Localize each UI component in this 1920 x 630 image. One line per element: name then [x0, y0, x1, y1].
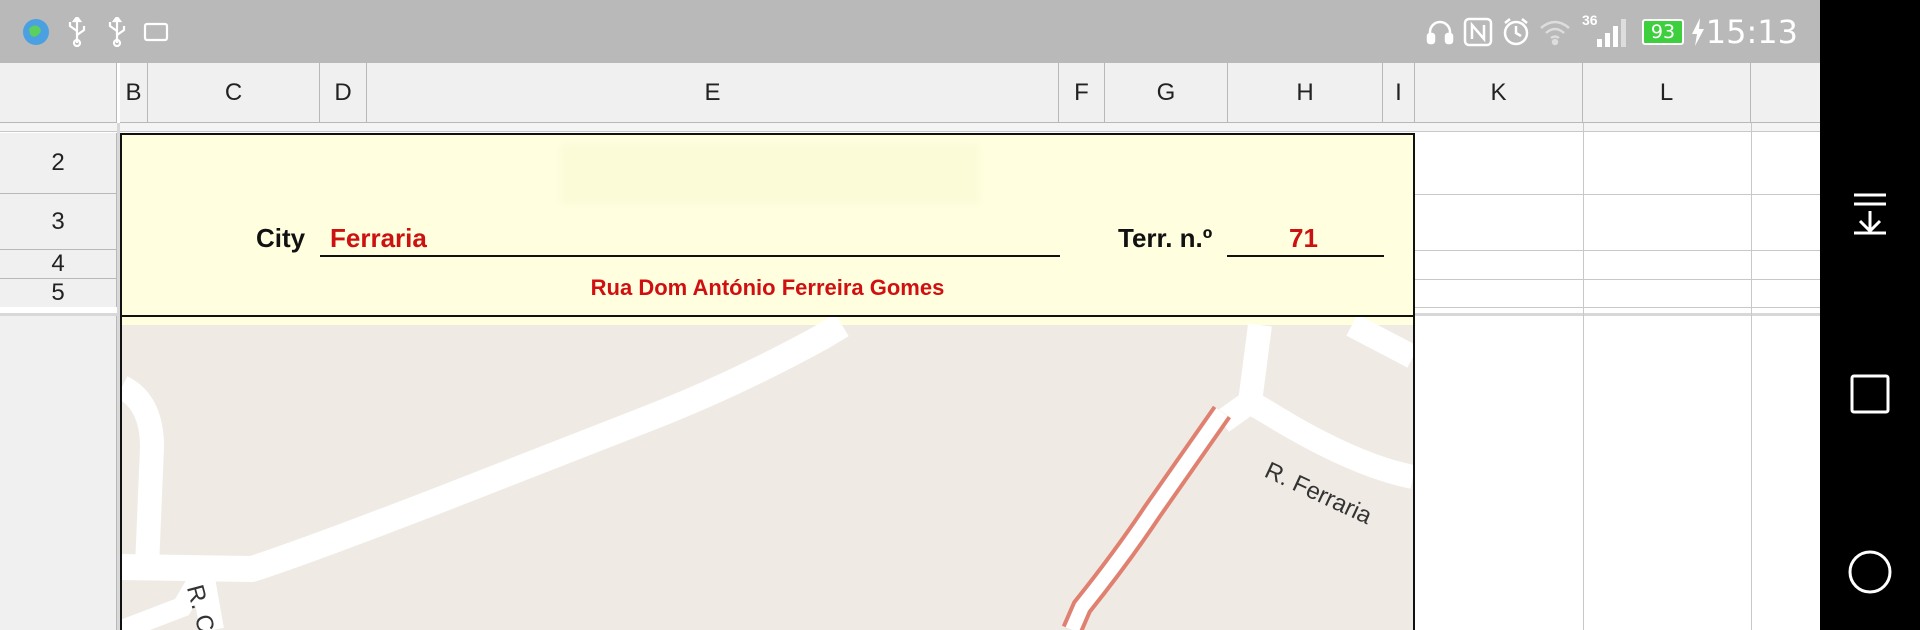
- nfc-icon: [1462, 0, 1494, 63]
- column-header-f[interactable]: F: [1059, 63, 1105, 123]
- battery-icon: 93: [1642, 19, 1684, 45]
- row-header-5[interactable]: 5: [0, 279, 117, 307]
- column-header-d[interactable]: D: [320, 63, 367, 123]
- spreadsheet[interactable]: B C D E F G H I K L 2 3 4 5 City Ferrari…: [0, 63, 1820, 630]
- territory-number-label: Terr. n.º: [1118, 223, 1213, 253]
- row-header-4[interactable]: 4: [0, 250, 117, 279]
- column-header-g[interactable]: G: [1105, 63, 1228, 123]
- column-header-e[interactable]: E: [367, 63, 1059, 123]
- cast-screen-icon: [142, 0, 170, 63]
- freeze-divider-horizontal: [0, 123, 1820, 132]
- column-header-c[interactable]: C: [148, 63, 320, 123]
- territory-number-value[interactable]: 71: [1289, 223, 1318, 254]
- notification-pulldown-icon[interactable]: [1820, 173, 1920, 253]
- street-name[interactable]: Rua Dom António Ferreira Gomes: [122, 275, 1413, 301]
- row-header-3[interactable]: 3: [0, 194, 117, 250]
- column-header-i[interactable]: I: [1383, 63, 1415, 123]
- gridline: [1415, 250, 1820, 251]
- gridline: [1583, 123, 1584, 630]
- row-header-map[interactable]: [0, 316, 117, 630]
- territory-number-underline: [1227, 255, 1384, 257]
- city-label: City: [256, 223, 306, 253]
- signal-icon: 36: [1580, 0, 1630, 63]
- usb-icon: [62, 0, 92, 63]
- alarm-icon: [1500, 0, 1532, 63]
- city-underline: [320, 255, 1060, 257]
- gridline: [1415, 194, 1820, 195]
- column-header-b[interactable]: B: [120, 63, 148, 123]
- home-icon[interactable]: [1820, 532, 1920, 612]
- gridline: [1751, 123, 1752, 630]
- clock: 15:13: [1705, 12, 1798, 51]
- status-bar: 36 93 15:13: [0, 0, 1820, 63]
- headphones-icon: [1424, 0, 1456, 63]
- recent-apps-icon[interactable]: [1820, 354, 1920, 434]
- app-globe-icon: [20, 0, 52, 63]
- column-header-next[interactable]: [1751, 63, 1820, 123]
- gridline: [1415, 279, 1820, 280]
- wifi-icon: [1538, 0, 1572, 63]
- city-value[interactable]: Ferraria: [330, 223, 427, 254]
- signal-label: 36: [1582, 12, 1598, 28]
- row-header-2[interactable]: 2: [0, 133, 117, 194]
- territory-card-header[interactable]: City Ferraria Terr. n.º 71 Rua Dom Antón…: [120, 133, 1415, 317]
- gridline: [1415, 307, 1820, 308]
- column-header-h[interactable]: H: [1228, 63, 1383, 123]
- territory-map[interactable]: R. Ferraria R. Ca: [120, 317, 1415, 630]
- column-header-k[interactable]: K: [1415, 63, 1583, 123]
- column-header-l[interactable]: L: [1583, 63, 1751, 123]
- faded-title-area: [560, 143, 980, 205]
- navigation-bar: [1820, 0, 1920, 630]
- usb-icon: [102, 0, 132, 63]
- select-all-corner[interactable]: [0, 63, 117, 123]
